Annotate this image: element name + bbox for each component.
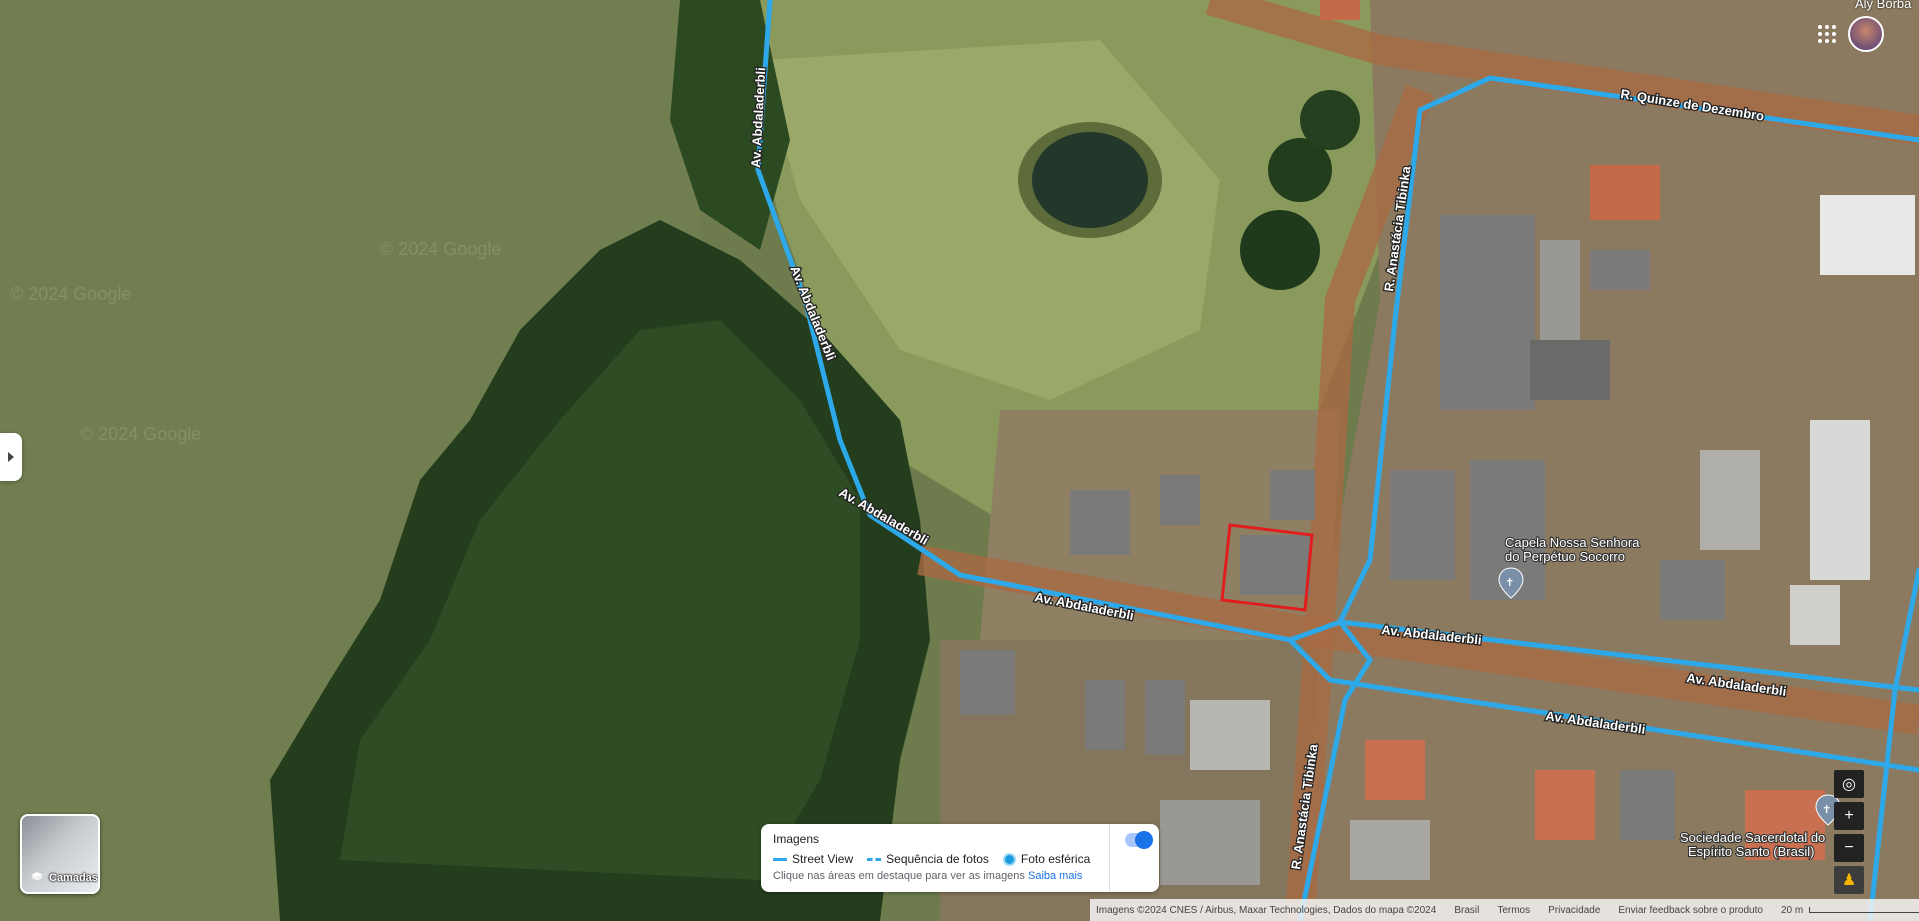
legend-divider bbox=[1109, 824, 1110, 892]
scale-bar[interactable]: 20 m bbox=[1781, 905, 1919, 916]
watermark: © 2024 Google bbox=[10, 284, 131, 304]
place-label-sociedade[interactable]: Espírito Santo (Brasil) bbox=[1687, 843, 1816, 860]
legend-title: Imagens bbox=[773, 832, 820, 846]
map-footer: Imagens ©2024 CNES / Airbus, Maxar Techn… bbox=[1090, 899, 1919, 921]
avatar[interactable] bbox=[1848, 16, 1884, 52]
watermark: © 2024 Google bbox=[380, 239, 501, 259]
satellite-map[interactable]: © 2024 Google © 2024 Google © 2024 Googl… bbox=[0, 0, 1919, 921]
account-area bbox=[1818, 16, 1884, 52]
watermark: © 2024 Google bbox=[80, 424, 201, 444]
line-icon bbox=[773, 857, 787, 861]
layers-label: Camadas bbox=[49, 872, 98, 884]
legend-hint: Clique nas áreas em destaque para ver as… bbox=[773, 870, 1083, 882]
footer-link-country[interactable]: Brasil bbox=[1454, 905, 1479, 916]
pegman-button[interactable]: ♟ bbox=[1834, 866, 1864, 894]
street-view-toggle[interactable] bbox=[1125, 831, 1153, 849]
imagery-legend: Imagens Street View Sequência de fotos F… bbox=[761, 824, 1159, 892]
side-panel-toggle[interactable] bbox=[0, 433, 22, 481]
learn-more-link[interactable]: Saiba mais bbox=[1028, 870, 1082, 882]
cross-icon: ✝ bbox=[1822, 803, 1831, 816]
footer-link-privacy[interactable]: Privacidade bbox=[1548, 905, 1600, 916]
dot-icon bbox=[1002, 852, 1016, 866]
chevron-right-icon bbox=[8, 452, 14, 462]
footer-link-terms[interactable]: Termos bbox=[1497, 905, 1530, 916]
my-location-button[interactable]: ◎ bbox=[1834, 770, 1864, 798]
footer-link-feedback[interactable]: Enviar feedback sobre o produto bbox=[1618, 905, 1763, 916]
legend-spherical-photo: Foto esférica bbox=[1002, 852, 1090, 866]
map-controls: ◎ + − ♟ bbox=[1834, 770, 1864, 898]
apps-grid-icon[interactable] bbox=[1818, 25, 1836, 43]
place-label-capela[interactable]: do Perpétuo Socorro bbox=[1504, 548, 1626, 565]
pegman-icon: ♟ bbox=[1841, 872, 1857, 889]
legend-photo-sequence: Sequência de fotos bbox=[867, 852, 989, 866]
legend-street-view: Street View bbox=[773, 852, 853, 866]
cross-icon: ✝ bbox=[1505, 576, 1514, 589]
place-label-capela[interactable]: Capela Nossa Senhora bbox=[1504, 534, 1641, 551]
place-label-sociedade[interactable]: Sociedade Sacerdotal do bbox=[1679, 829, 1826, 846]
layers-icon bbox=[31, 872, 43, 881]
dashed-line-icon bbox=[867, 857, 882, 861]
user-name: Aly Borba bbox=[1855, 0, 1912, 11]
attribution: Imagens ©2024 CNES / Airbus, Maxar Techn… bbox=[1096, 904, 1437, 916]
plus-icon: + bbox=[1844, 807, 1854, 824]
zoom-out-button[interactable]: − bbox=[1834, 834, 1864, 862]
location-target-icon: ◎ bbox=[1842, 776, 1856, 793]
zoom-in-button[interactable]: + bbox=[1834, 802, 1864, 830]
layers-button[interactable]: Camadas bbox=[20, 814, 100, 894]
minus-icon: − bbox=[1844, 839, 1854, 856]
